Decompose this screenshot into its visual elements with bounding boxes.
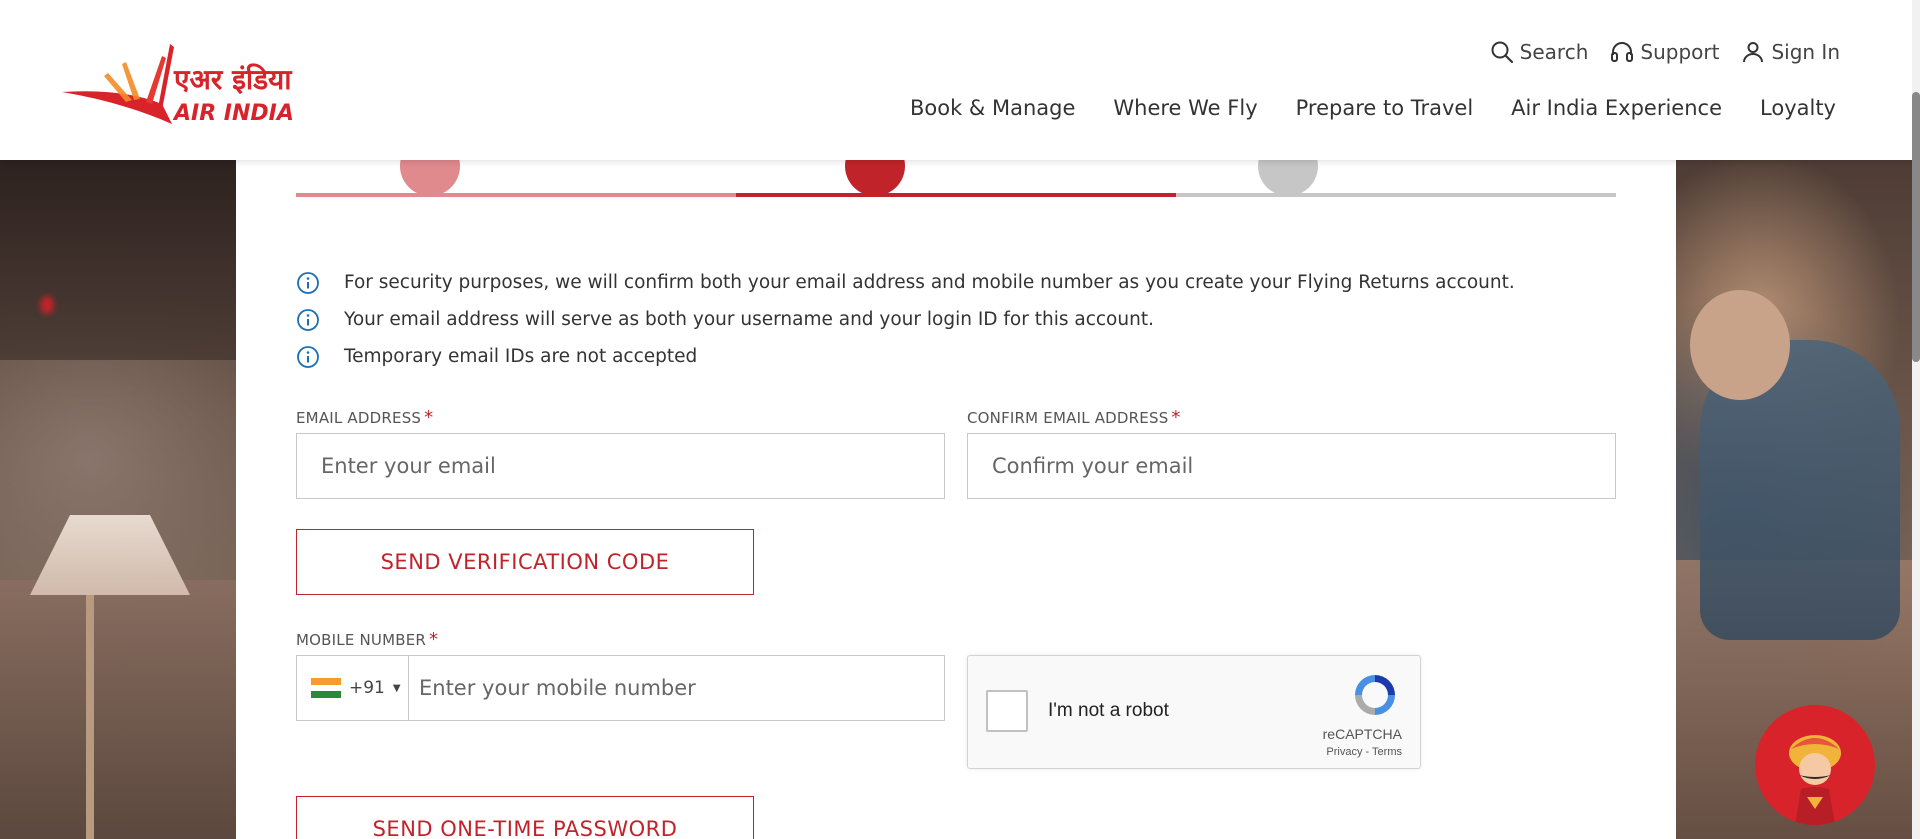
chevron-down-icon: ▼ [392, 682, 401, 694]
recaptcha-privacy-link[interactable]: Privacy [1326, 746, 1362, 758]
recaptcha-links: Privacy - Terms [1326, 746, 1402, 758]
user-icon [1743, 42, 1764, 63]
scrollbar-thumb[interactable] [1912, 92, 1920, 362]
info-note-text: Temporary email IDs are not accepted [344, 346, 698, 367]
mobile-label: MOBILE NUMBER * [296, 629, 439, 650]
svg-text:AIR INDIA: AIR INDIA [172, 101, 294, 126]
support-label: Support [1640, 40, 1720, 64]
mobile-number-field[interactable] [409, 656, 944, 720]
sign-in-link[interactable]: Sign In [1741, 40, 1840, 64]
mobile-number-group: +91 ▼ [296, 655, 945, 721]
nav-loyalty[interactable]: Loyalty [1760, 96, 1836, 120]
country-code-select[interactable]: +91 ▼ [297, 656, 409, 720]
air-india-logo[interactable]: एअर इंडिया AIR INDIA [62, 44, 324, 126]
utility-links: Search Support Sign In [1490, 40, 1840, 64]
dial-code: +91 [349, 678, 385, 698]
search-link[interactable]: Search [1490, 40, 1589, 64]
recaptcha-terms-link[interactable]: Terms [1372, 746, 1402, 758]
email-field[interactable] [296, 433, 945, 499]
nav-air-india-experience[interactable]: Air India Experience [1511, 96, 1722, 120]
recaptcha-checkbox[interactable] [986, 690, 1028, 732]
email-label: EMAIL ADDRESS * [296, 407, 434, 428]
step-3-line [1176, 193, 1616, 197]
maharaja-chat-assistant-icon[interactable] [1755, 705, 1875, 825]
nav-prepare-to-travel[interactable]: Prepare to Travel [1296, 96, 1474, 120]
confirm-email-label: CONFIRM EMAIL ADDRESS * [967, 407, 1181, 428]
svg-text:एअर इंडिया: एअर इंडिया [173, 63, 293, 96]
step-2-line [736, 193, 1176, 197]
info-note: Your email address will serve as both yo… [296, 301, 1515, 338]
india-flag-icon [311, 678, 341, 699]
info-icon [297, 308, 319, 331]
info-note: For security purposes, we will confirm b… [296, 264, 1515, 301]
info-note-text: Your email address will serve as both yo… [344, 309, 1154, 330]
confirm-email-field[interactable] [967, 433, 1616, 499]
page-scrollbar[interactable] [1912, 0, 1920, 839]
sign-in-label: Sign In [1771, 40, 1840, 64]
search-icon [1491, 41, 1513, 64]
signup-card: For security purposes, we will confirm b… [236, 120, 1676, 839]
main-nav: Book & Manage Where We Fly Prepare to Tr… [910, 96, 1836, 120]
nav-book-manage[interactable]: Book & Manage [910, 96, 1075, 120]
recaptcha-logo-icon [1355, 675, 1395, 715]
recaptcha-label: I'm not a robot [1048, 700, 1169, 721]
info-notes: For security purposes, we will confirm b… [296, 264, 1515, 375]
step-1-line [296, 193, 736, 197]
info-icon [297, 345, 319, 368]
info-note: Temporary email IDs are not accepted [296, 338, 1515, 375]
search-label: Search [1519, 40, 1589, 64]
nav-where-we-fly[interactable]: Where We Fly [1113, 96, 1257, 120]
site-header: एअर इंडिया AIR INDIA Search Support Sign… [0, 0, 1920, 160]
recaptcha-widget: I'm not a robot reCAPTCHA Privacy - Term… [967, 655, 1421, 769]
send-otp-button[interactable]: SEND ONE-TIME PASSWORD [296, 796, 754, 839]
headset-icon [1611, 42, 1634, 62]
send-verification-code-button[interactable]: SEND VERIFICATION CODE [296, 529, 754, 595]
info-icon [297, 271, 319, 294]
info-note-text: For security purposes, we will confirm b… [344, 272, 1515, 293]
support-link[interactable]: Support [1610, 40, 1719, 64]
recaptcha-brand: reCAPTCHA [1322, 726, 1402, 742]
